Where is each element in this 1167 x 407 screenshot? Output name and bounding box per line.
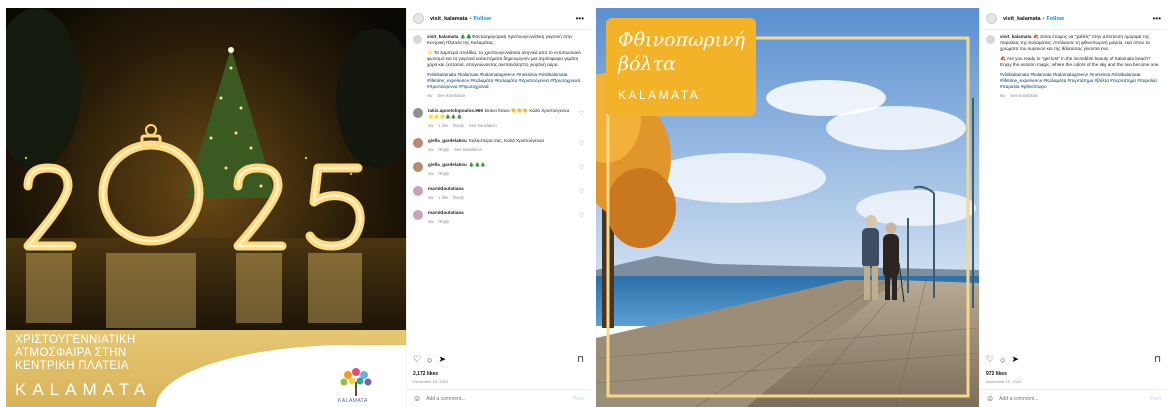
comment-item: mariddoutatiana 4w Reply ♡ <box>413 210 584 225</box>
kalamata-tree-logo-icon <box>340 368 372 396</box>
post-sidebar: visit_kalamata • Follow ••• visit_kalama… <box>979 8 1167 407</box>
comment-bubble-icon[interactable]: ○ <box>427 355 432 365</box>
instagram-post-christmas: ΧΡΙΣΤΟΥΓΕΝΝΙΑΤΙΚΗ ΑΤΜΟΣΦΑΙΡΑ ΣΤΗΝ ΚΕΝΤΡΙ… <box>6 8 590 407</box>
comment-username[interactable]: giella_gardelakou <box>428 162 467 167</box>
like-count[interactable]: 972 likes <box>986 371 1007 377</box>
bookmark-icon[interactable]: ⊓ <box>577 354 584 365</box>
add-comment-bar: ☺ Post <box>980 389 1167 407</box>
reply-button[interactable]: Reply <box>453 195 464 200</box>
post-image-christmas-square[interactable]: ΧΡΙΣΤΟΥΓΕΝΝΙΑΤΙΚΗ ΑΤΜΟΣΦΑΙΡΑ ΣΤΗΝ ΚΕΝΤΡΙ… <box>6 8 406 407</box>
comment-avatar[interactable] <box>413 108 423 118</box>
comment-username[interactable]: takis.apostolopoulos.969 <box>428 108 483 113</box>
comment-avatar[interactable] <box>413 138 423 148</box>
account-username[interactable]: visit_kalamata <box>1003 16 1041 22</box>
see-translation-link[interactable]: See translation <box>437 93 465 98</box>
separator-dot: • <box>469 15 472 22</box>
caption-body: 🍂 Are you ready to "get lost" in the inc… <box>1000 56 1160 67</box>
caption: visit_kalamata 🍂 Είσαι έτοιμος να "χαθείς… <box>986 34 1161 99</box>
see-translation-link[interactable]: See translation <box>469 123 497 128</box>
comment-text: Καλησπέρα σας, Καλά Χριστούγεννα <box>468 138 544 143</box>
post-date: November 19, 2024 <box>986 379 1022 384</box>
caption-time: 4w <box>427 93 433 98</box>
comment-like-heart-icon[interactable]: ♡ <box>579 212 584 219</box>
emoji-icon[interactable]: ☺ <box>413 394 421 403</box>
caption-username[interactable]: visit_kalamata <box>427 34 458 39</box>
comment-like-heart-icon[interactable]: ♡ <box>579 164 584 171</box>
caption-avatar[interactable] <box>986 35 995 44</box>
comment-username[interactable]: mariddoutatiana <box>428 210 464 215</box>
caption: visit_kalamata 🎄🌲Φαντασμαγορική Χριστουγε… <box>413 34 584 99</box>
comment-time: 4w <box>428 219 434 224</box>
comments-section: visit_kalamata 🍂 Είσαι έτοιμος να "χαθείς… <box>980 30 1167 99</box>
post-comment-button[interactable]: Post <box>1150 396 1161 402</box>
caption-username[interactable]: visit_kalamata <box>1000 34 1031 39</box>
reply-button[interactable]: Reply <box>438 171 449 176</box>
post-header: visit_kalamata • Follow ••• <box>407 8 590 30</box>
image-title: Φθινοπωρινή βόλτα <box>618 29 745 75</box>
reply-button[interactable]: Reply <box>438 219 449 224</box>
post-actions-bar: ♡ ○ ➤ ⊓ <box>986 354 1161 365</box>
image-city: KALAMATA <box>618 88 701 102</box>
comment-likes[interactable]: 1 like <box>438 195 448 200</box>
comment-time: 4w <box>428 123 434 128</box>
like-heart-icon[interactable]: ♡ <box>986 354 994 365</box>
comment-like-heart-icon[interactable]: ♡ <box>579 140 584 147</box>
emoji-icon[interactable]: ☺ <box>986 394 994 403</box>
follow-button[interactable]: Follow <box>474 16 491 22</box>
share-send-icon[interactable]: ➤ <box>1012 354 1020 365</box>
comment-item: giella_gardelakou Καλησπέρα σας, Καλά Χρι… <box>413 138 584 153</box>
comment-username[interactable]: mariddoutatiana <box>428 186 464 191</box>
image-banner-title: ΧΡΙΣΤΟΥΓΕΝΝΙΑΤΙΚΗ ΑΤΜΟΣΦΑΙΡΑ ΣΤΗΝ ΚΕΝΤΡΙ… <box>15 334 136 372</box>
reply-button[interactable]: Reply <box>453 123 464 128</box>
comment-username[interactable]: giella_gardelakou <box>428 138 467 143</box>
caption-body: ✨ Τα λαμπερά στολίδια, τα χριστουγεννιάτ… <box>427 50 581 67</box>
comment-time: 4w <box>428 195 434 200</box>
post-image-autumn-walk[interactable]: Φθινοπωρινή βόλτα KALAMATA <box>596 8 979 407</box>
logo-caption: KALAMATA <box>338 398 368 404</box>
post-header: visit_kalamata • Follow ••• <box>980 8 1167 30</box>
comment-item: mariddoutatiana 4w 1 like Reply ♡ <box>413 186 584 201</box>
bookmark-icon[interactable]: ⊓ <box>1154 354 1161 365</box>
comment-avatar[interactable] <box>413 186 423 196</box>
post-actions-bar: ♡ ○ ➤ ⊓ <box>413 354 584 365</box>
separator-dot: • <box>1042 15 1045 22</box>
caption-hashtags[interactable]: #visitkalamata #kalamata #kalamatagreece… <box>1000 72 1161 90</box>
comment-bubble-icon[interactable]: ○ <box>1000 355 1005 365</box>
account-avatar[interactable] <box>986 13 997 24</box>
comment-avatar[interactable] <box>413 162 423 172</box>
add-comment-input[interactable] <box>999 395 1120 402</box>
instagram-post-autumn-walk: Φθινοπωρινή βόλτα KALAMATA visit_kalamat… <box>596 8 1167 407</box>
caption-avatar[interactable] <box>413 35 422 44</box>
comment-text: 🎄🎄🎄 <box>468 162 486 167</box>
reply-button[interactable]: Reply <box>438 147 449 152</box>
see-translation-link[interactable]: See translation <box>454 147 482 152</box>
add-comment-bar: ☺ Post <box>407 389 590 407</box>
see-translation-link[interactable]: See translation <box>1010 93 1038 98</box>
comment-time: 4w <box>428 147 434 152</box>
comment-time: 4w <box>428 171 434 176</box>
caption-hashtags[interactable]: #visitkalamata #kalamata #kalamatagreece… <box>427 72 584 90</box>
comment-avatar[interactable] <box>413 210 423 220</box>
more-options-icon[interactable]: ••• <box>576 14 584 23</box>
image-banner-city: KALAMATA <box>15 380 152 399</box>
like-count[interactable]: 2,172 likes <box>413 371 438 377</box>
comment-like-heart-icon[interactable]: ♡ <box>579 110 584 117</box>
comment-likes[interactable]: 1 like <box>438 123 448 128</box>
more-options-icon[interactable]: ••• <box>1153 14 1161 23</box>
follow-button[interactable]: Follow <box>1047 16 1064 22</box>
post-date: December 19, 2024 <box>413 379 449 384</box>
caption-time: 6w <box>1000 93 1006 98</box>
comments-section: visit_kalamata 🎄🌲Φαντασμαγορική Χριστουγε… <box>407 30 590 225</box>
add-comment-input[interactable] <box>426 395 547 402</box>
post-sidebar: visit_kalamata • Follow ••• visit_kalama… <box>406 8 590 407</box>
share-send-icon[interactable]: ➤ <box>439 354 447 365</box>
account-username[interactable]: visit_kalamata <box>430 16 468 22</box>
account-avatar[interactable] <box>413 13 424 24</box>
post-comment-button[interactable]: Post <box>573 396 584 402</box>
comment-like-heart-icon[interactable]: ♡ <box>579 188 584 195</box>
like-heart-icon[interactable]: ♡ <box>413 354 421 365</box>
comment-item: giella_gardelakou 🎄🎄🎄 4w Reply ♡ <box>413 162 584 177</box>
comment-item: takis.apostolopoulos.969 Bravo bravo 👏👏👏 … <box>413 108 584 129</box>
